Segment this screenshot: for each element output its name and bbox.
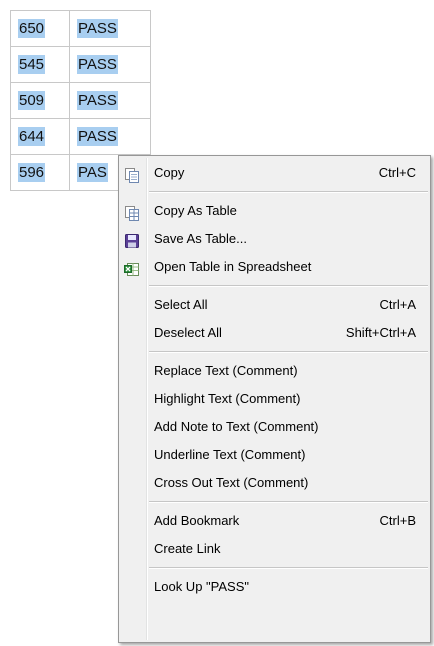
menu-item-create-link[interactable]: Create Link xyxy=(121,535,428,563)
menu-item-open-table-spreadsheet[interactable]: Open Table in Spreadsheet xyxy=(121,253,428,281)
menu-item-copy-as-table[interactable]: Copy As Table xyxy=(121,197,428,225)
menu-item-label: Add Note to Text (Comment) xyxy=(154,419,319,434)
table-cell-id[interactable]: 509 xyxy=(10,82,70,119)
table-cell-status[interactable]: PASS xyxy=(69,82,151,119)
save-disk-icon xyxy=(124,231,140,248)
menu-item-shortcut: Shift+Ctrl+A xyxy=(345,325,416,340)
menu-separator xyxy=(149,567,428,569)
menu-item-highlight-text[interactable]: Highlight Text (Comment) xyxy=(121,385,428,413)
menu-item-copy[interactable]: Copy Ctrl+C xyxy=(121,159,428,187)
menu-item-deselect-all[interactable]: Deselect All Shift+Ctrl+A xyxy=(121,319,428,347)
menu-item-label: Create Link xyxy=(154,541,221,556)
menu-item-label: Copy As Table xyxy=(154,203,237,218)
menu-item-label: Highlight Text (Comment) xyxy=(154,391,301,406)
menu-item-label: Save As Table... xyxy=(154,231,247,246)
menu-item-select-all[interactable]: Select All Ctrl+A xyxy=(121,291,428,319)
table-cell-id[interactable]: 644 xyxy=(10,118,70,155)
menu-item-label: Add Bookmark xyxy=(154,513,240,528)
table-row[interactable]: 644 PASS xyxy=(10,118,151,155)
table-row[interactable]: 650 PASS xyxy=(10,10,151,47)
menu-item-label: Underline Text (Comment) xyxy=(154,447,306,462)
table-cell-status[interactable]: PASS xyxy=(69,10,151,47)
menu-item-shortcut: Ctrl+A xyxy=(379,297,416,312)
menu-separator xyxy=(149,285,428,287)
context-menu: Copy Ctrl+C Copy As Table Save As Table.… xyxy=(118,155,431,643)
menu-item-label: Look Up "PASS" xyxy=(154,579,249,594)
menu-item-label: Replace Text (Comment) xyxy=(154,363,298,378)
menu-item-replace-text[interactable]: Replace Text (Comment) xyxy=(121,357,428,385)
menu-separator xyxy=(149,351,428,353)
menu-item-label: Select All xyxy=(154,297,208,312)
menu-separator xyxy=(149,501,428,503)
menu-item-underline-text[interactable]: Underline Text (Comment) xyxy=(121,441,428,469)
menu-item-label: Cross Out Text (Comment) xyxy=(154,475,309,490)
table-cell-status[interactable]: PASS xyxy=(69,46,151,83)
menu-item-label: Copy xyxy=(154,165,185,180)
menu-separator xyxy=(149,191,428,193)
menu-item-shortcut: Ctrl+C xyxy=(378,165,416,180)
menu-item-add-note[interactable]: Add Note to Text (Comment) xyxy=(121,413,428,441)
menu-item-look-up[interactable]: Look Up "PASS" xyxy=(121,573,428,601)
menu-item-shortcut: Ctrl+B xyxy=(379,513,416,528)
table-cell-id[interactable]: 545 xyxy=(10,46,70,83)
copy-table-icon xyxy=(124,203,140,221)
table-row[interactable]: 545 PASS xyxy=(10,46,151,83)
table-row[interactable]: 509 PASS xyxy=(10,82,151,119)
menu-item-save-as-table[interactable]: Save As Table... xyxy=(121,225,428,253)
table-cell-id[interactable]: 650 xyxy=(10,10,70,47)
menu-item-label: Deselect All xyxy=(154,325,222,340)
table-cell-id[interactable]: 596 xyxy=(10,154,70,191)
table-cell-status[interactable]: PASS xyxy=(69,118,151,155)
copy-icon xyxy=(124,165,140,183)
spreadsheet-icon xyxy=(124,259,140,276)
menu-item-label: Open Table in Spreadsheet xyxy=(154,259,312,274)
menu-item-cross-out-text[interactable]: Cross Out Text (Comment) xyxy=(121,469,428,497)
menu-item-add-bookmark[interactable]: Add Bookmark Ctrl+B xyxy=(121,507,428,535)
